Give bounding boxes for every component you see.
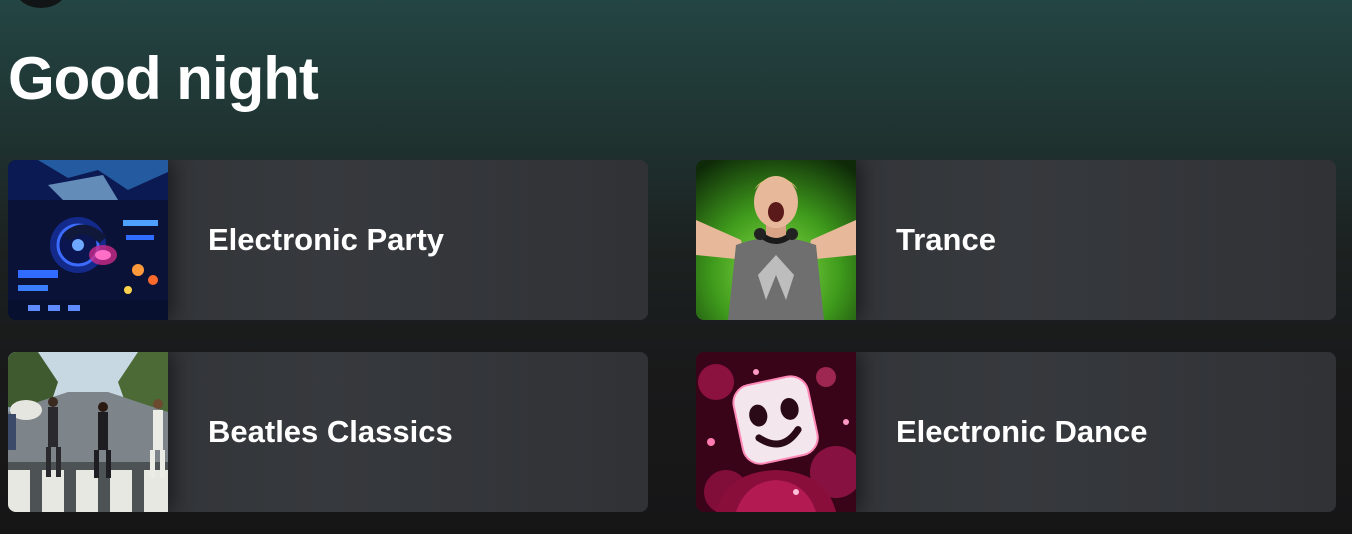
dj-performer-image	[696, 160, 856, 320]
playlist-title: Trance	[896, 222, 996, 257]
playlist-card-electronic-party[interactable]: Electronic Party	[8, 160, 648, 320]
dj-mixer-image	[8, 160, 168, 320]
user-avatar[interactable]	[16, 0, 66, 8]
page-title: Good night	[8, 45, 319, 112]
abbey-road-crosswalk-image	[8, 352, 168, 512]
playlist-card-electronic-dance[interactable]: Electronic Dance	[696, 352, 1336, 512]
playlist-card-trance[interactable]: Trance	[696, 160, 1336, 320]
playlist-title: Electronic Dance	[896, 414, 1148, 449]
playlist-card-beatles-classics[interactable]: Beatles Classics	[8, 352, 648, 512]
marshmello-helmet-image	[696, 352, 856, 512]
playlist-title: Electronic Party	[208, 222, 445, 257]
playlist-title: Beatles Classics	[208, 414, 453, 449]
